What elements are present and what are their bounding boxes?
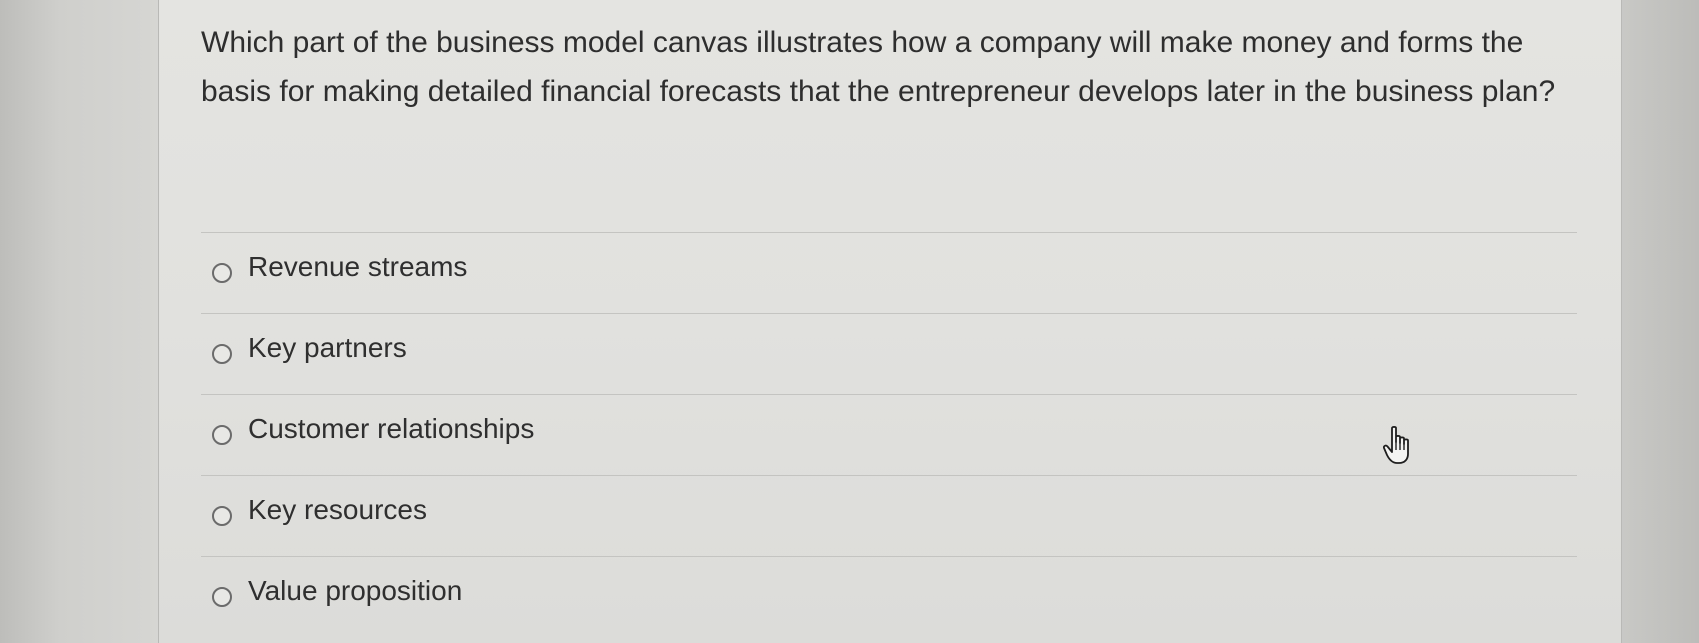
radio-button[interactable] bbox=[212, 587, 232, 607]
option-label: Customer relationships bbox=[248, 413, 535, 444]
option-label: Revenue streams bbox=[248, 251, 468, 282]
option-label: Value proposition bbox=[248, 575, 463, 606]
option-label: Key partners bbox=[248, 332, 407, 363]
option-value-proposition[interactable]: Value proposition bbox=[201, 557, 1577, 637]
option-revenue-streams[interactable]: Revenue streams bbox=[201, 233, 1577, 314]
radio-button[interactable] bbox=[212, 344, 232, 364]
radio-button[interactable] bbox=[212, 263, 232, 283]
question-text: Which part of the business model canvas … bbox=[201, 26, 1556, 108]
hand-pointer-icon bbox=[1383, 425, 1409, 464]
radio-button[interactable] bbox=[212, 506, 232, 526]
screen: Which part of the business model canvas … bbox=[0, 0, 1699, 643]
option-key-resources[interactable]: Key resources bbox=[201, 476, 1577, 557]
option-key-partners[interactable]: Key partners bbox=[201, 314, 1577, 395]
option-customer-relationships[interactable]: Customer relationships bbox=[201, 395, 1577, 476]
question-panel: Which part of the business model canvas … bbox=[158, 0, 1622, 643]
radio-button[interactable] bbox=[212, 425, 232, 445]
option-label: Key resources bbox=[248, 494, 427, 525]
answer-options: Revenue streams Key partners Customer re… bbox=[201, 232, 1577, 637]
